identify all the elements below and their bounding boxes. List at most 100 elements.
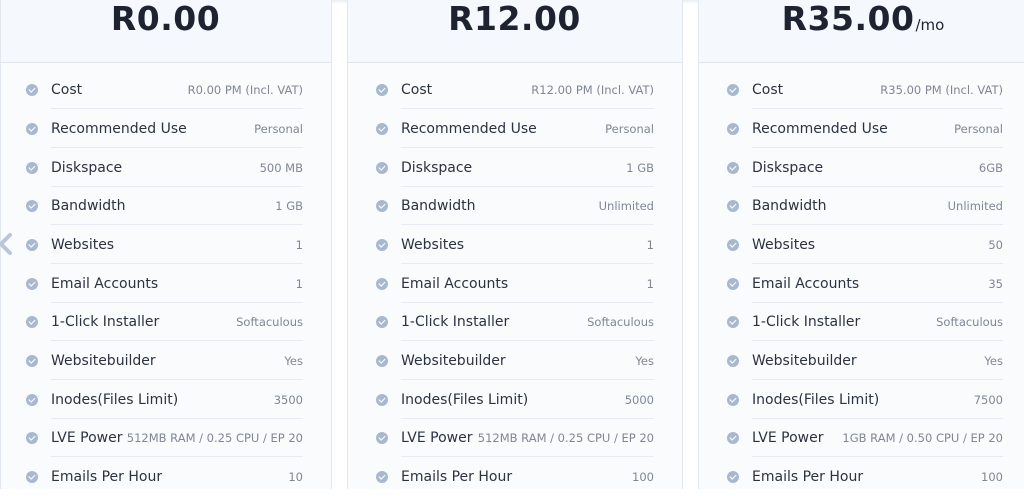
check-circle-icon	[26, 394, 38, 406]
check-circle-icon	[376, 278, 388, 290]
feature-label: Bandwidth	[51, 198, 126, 214]
feature-label: Diskspace	[752, 160, 824, 176]
feature-label: Websitebuilder	[51, 353, 156, 369]
check-circle-icon	[376, 84, 388, 96]
chevron-left-icon	[0, 233, 12, 255]
check-circle-icon	[26, 316, 38, 328]
check-circle-icon	[727, 278, 739, 290]
feature-value: R12.00 PM (Incl. VAT)	[531, 83, 654, 97]
pricing-card-1: R0.00 Cost R0.00 PM (Incl. VAT) Recommend…	[0, 0, 332, 489]
feature-row-emails-per-hour: Emails Per Hour 10	[26, 458, 303, 496]
feature-label: Websitebuilder	[752, 353, 857, 369]
check-circle-icon	[26, 123, 38, 135]
feature-value: 6GB	[978, 161, 1003, 175]
feature-label: Recommended Use	[401, 121, 537, 137]
feature-row-email-accounts: Email Accounts 35	[727, 265, 1003, 303]
feature-row-email-accounts: Email Accounts 1	[26, 265, 303, 303]
check-circle-icon	[376, 123, 388, 135]
feature-value: 1	[295, 277, 303, 291]
feature-value: 1	[646, 238, 654, 252]
feature-label: LVE Power	[51, 430, 123, 446]
check-circle-icon	[727, 471, 739, 483]
feature-label: Inodes(Files Limit)	[401, 392, 529, 408]
feature-label: LVE Power	[752, 430, 824, 446]
feature-row-inodes: Inodes(Files Limit) 3500	[26, 381, 303, 419]
feature-row-websitebuilder: Websitebuilder Yes	[376, 342, 654, 380]
feature-row-emails-per-hour: Emails Per Hour 100	[727, 458, 1003, 496]
feature-value: 500 MB	[259, 161, 303, 175]
feature-value: Personal	[254, 122, 303, 136]
feature-row-cost: Cost R35.00 PM (Incl. VAT)	[727, 71, 1003, 109]
feature-row-diskspace: Diskspace 6GB	[727, 149, 1003, 187]
feature-label: 1-Click Installer	[51, 314, 160, 330]
feature-label: Email Accounts	[401, 276, 509, 292]
feature-label: Websites	[51, 237, 115, 253]
feature-value: 1 GB	[626, 161, 654, 175]
feature-value: 10	[288, 470, 303, 484]
feature-row-bandwidth: Bandwidth Unlimited	[376, 187, 654, 225]
check-circle-icon	[376, 200, 388, 212]
carousel-prev-button[interactable]	[0, 232, 14, 256]
check-circle-icon	[727, 432, 739, 444]
feature-list: Cost R0.00 PM (Incl. VAT) Recommended Use…	[1, 63, 331, 489]
feature-row-websitebuilder: Websitebuilder Yes	[26, 342, 303, 380]
feature-label: Websites	[401, 237, 465, 253]
check-circle-icon	[376, 162, 388, 174]
feature-value: R0.00 PM (Incl. VAT)	[187, 83, 303, 97]
check-circle-icon	[376, 394, 388, 406]
check-circle-icon	[26, 432, 38, 444]
feature-label: Cost	[752, 82, 784, 98]
feature-row-lve-power: LVE Power 512MB RAM / 0.25 CPU / EP 20	[376, 419, 654, 457]
pricing-card-header: R12.00	[348, 0, 682, 63]
check-circle-icon	[727, 84, 739, 96]
feature-row-emails-per-hour: Emails Per Hour 100	[376, 458, 654, 496]
feature-value: Softaculous	[236, 315, 303, 329]
feature-row-installer: 1-Click Installer Softaculous	[376, 303, 654, 341]
feature-row-websites: Websites 1	[26, 226, 303, 264]
feature-label: Recommended Use	[51, 121, 187, 137]
feature-value: 7500	[973, 393, 1003, 407]
feature-value: 512MB RAM / 0.25 CPU / EP 20	[126, 431, 303, 445]
check-circle-icon	[26, 355, 38, 367]
feature-value: Personal	[954, 122, 1003, 136]
feature-list: Cost R35.00 PM (Incl. VAT) Recommended Us…	[699, 63, 1024, 489]
feature-label: Diskspace	[51, 160, 123, 176]
check-circle-icon	[376, 432, 388, 444]
feature-label: Websitebuilder	[401, 353, 506, 369]
feature-value: 50	[988, 238, 1003, 252]
check-circle-icon	[26, 471, 38, 483]
check-circle-icon	[26, 239, 38, 251]
feature-label: 1-Click Installer	[752, 314, 861, 330]
feature-row-diskspace: Diskspace 1 GB	[376, 149, 654, 187]
feature-row-lve-power: LVE Power 512MB RAM / 0.25 CPU / EP 20	[26, 419, 303, 457]
feature-label: Cost	[51, 82, 83, 98]
feature-value: Yes	[284, 354, 303, 368]
feature-label: Emails Per Hour	[401, 469, 513, 485]
feature-value: R35.00 PM (Incl. VAT)	[880, 83, 1003, 97]
feature-value: 1GB RAM / 0.50 CPU / EP 20	[842, 431, 1003, 445]
feature-row-bandwidth: Bandwidth 1 GB	[26, 187, 303, 225]
feature-row-cost: Cost R12.00 PM (Incl. VAT)	[376, 71, 654, 109]
check-circle-icon	[727, 355, 739, 367]
pricing-card-header: R0.00	[1, 0, 331, 63]
check-circle-icon	[727, 162, 739, 174]
plan-price-period: /mo	[915, 16, 945, 34]
check-circle-icon	[26, 162, 38, 174]
feature-label: LVE Power	[401, 430, 473, 446]
feature-value: 512MB RAM / 0.25 CPU / EP 20	[477, 431, 654, 445]
feature-value: 100	[981, 470, 1003, 484]
feature-row-bandwidth: Bandwidth Unlimited	[727, 187, 1003, 225]
feature-value: Softaculous	[936, 315, 1003, 329]
feature-row-installer: 1-Click Installer Softaculous	[727, 303, 1003, 341]
feature-value: 1	[295, 238, 303, 252]
feature-value: 1	[646, 277, 654, 291]
plan-price: R0.00	[110, 0, 221, 38]
feature-value: 100	[632, 470, 654, 484]
feature-row-lve-power: LVE Power 1GB RAM / 0.50 CPU / EP 20	[727, 419, 1003, 457]
feature-label: Emails Per Hour	[51, 469, 163, 485]
check-circle-icon	[26, 200, 38, 212]
check-circle-icon	[727, 123, 739, 135]
feature-value: Personal	[605, 122, 654, 136]
feature-value: 5000	[624, 393, 654, 407]
feature-row-cost: Cost R0.00 PM (Incl. VAT)	[26, 71, 303, 109]
